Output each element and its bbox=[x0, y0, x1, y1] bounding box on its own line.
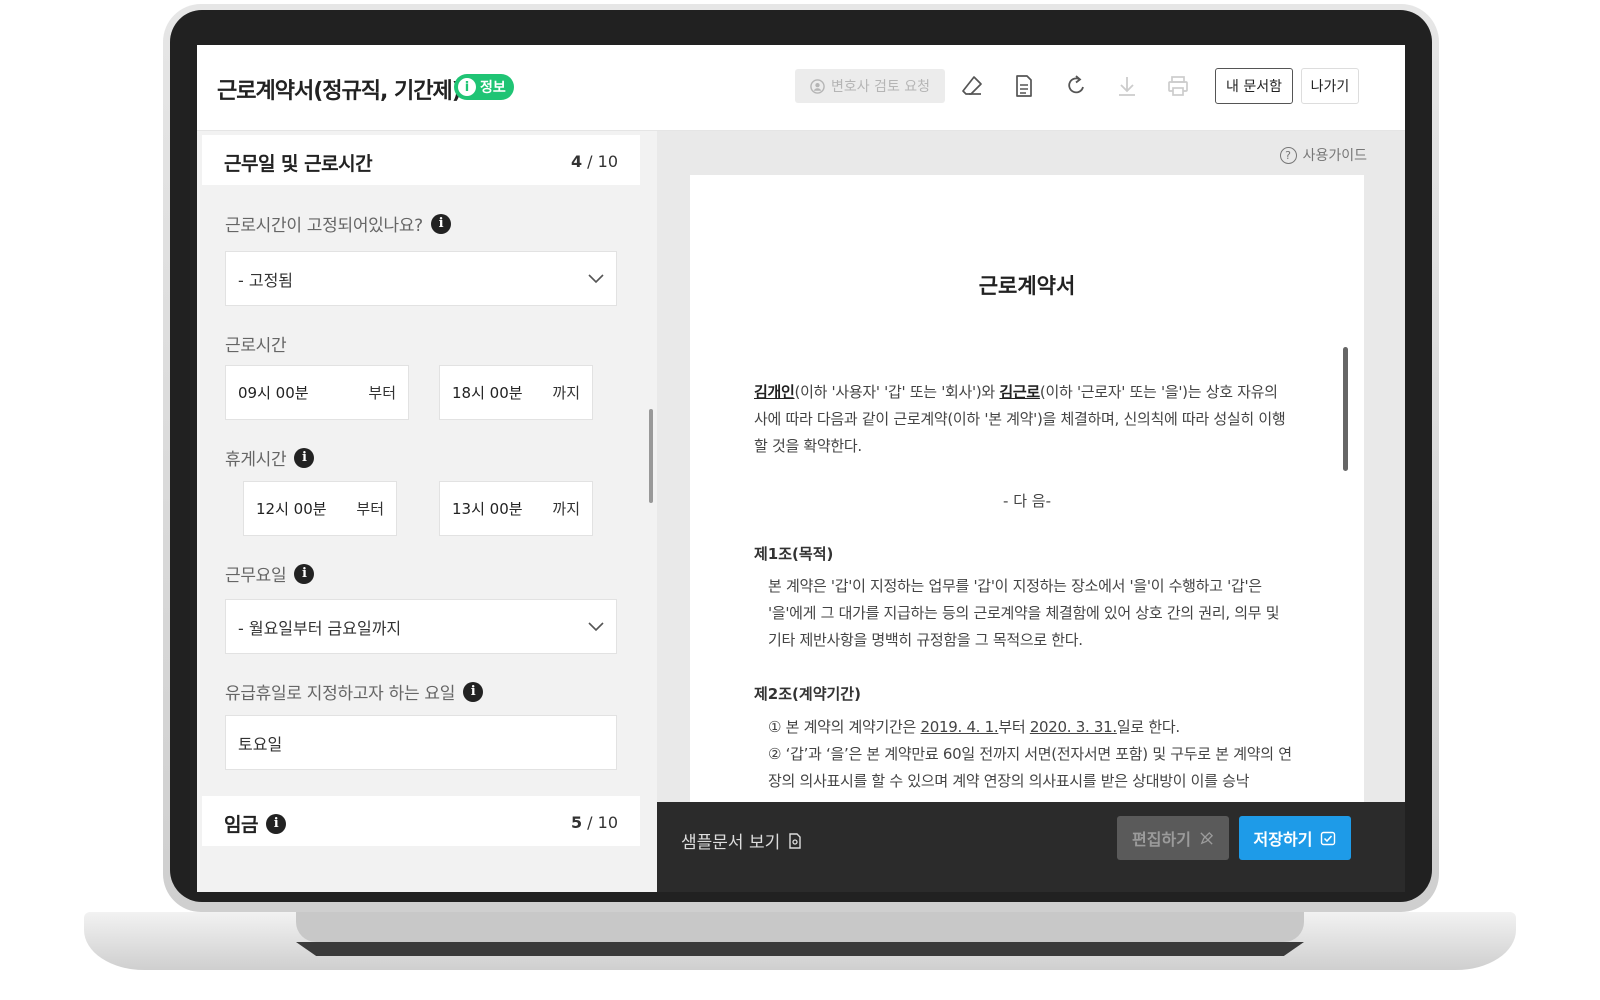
section-progress: 5 / 10 bbox=[570, 813, 618, 832]
employer-name[interactable]: 김개인 bbox=[754, 383, 795, 401]
divider-text: - 다 음- bbox=[1003, 492, 1051, 510]
paid-holiday-input[interactable]: 토요일 bbox=[225, 715, 617, 770]
article-2-item-1: ① 본 계약의 계약기간은 2019. 4. 1.부터 2020. 3. 31.… bbox=[768, 718, 1180, 736]
info-icon[interactable]: i bbox=[265, 813, 286, 834]
help-icon: ? bbox=[1279, 146, 1297, 164]
info-icon[interactable]: i bbox=[430, 213, 451, 234]
lawyer-review-label: 변호사 검토 요청 bbox=[830, 79, 931, 95]
section-progress: 4 / 10 bbox=[570, 152, 618, 171]
contract-start-date[interactable]: 2019. 4. 1. bbox=[921, 718, 999, 736]
break-end-time-input[interactable]: 13시 00분 까지 bbox=[439, 481, 593, 536]
print-icon[interactable] bbox=[1163, 71, 1193, 101]
refresh-icon[interactable] bbox=[1061, 71, 1091, 101]
section-title: 근무일 및 근로시간 bbox=[224, 153, 373, 175]
lawyer-icon bbox=[810, 78, 825, 94]
save-check-icon bbox=[1321, 831, 1336, 846]
work-end-time-input[interactable]: 18시 00분 까지 bbox=[439, 365, 593, 420]
page-title: 근로계약서(정규직, 기간제) bbox=[217, 79, 462, 104]
info-icon[interactable]: i bbox=[294, 563, 315, 584]
top-bar: 근로계약서(정규직, 기간제) i 정보 변호사 검토 요청 내 문서함 나가기 bbox=[197, 45, 1405, 131]
exit-button[interactable]: 나가기 bbox=[1301, 68, 1359, 104]
document-icon[interactable] bbox=[1009, 71, 1039, 101]
laptop-hinge bbox=[296, 912, 1304, 942]
info-icon[interactable]: i bbox=[294, 447, 315, 468]
fixed-hours-select[interactable]: - 고정됨 bbox=[225, 251, 617, 306]
save-button[interactable]: 저장하기 bbox=[1239, 816, 1351, 860]
document-intro: 김개인(이하 '사용자' '갑' 또는 '회사')와 김근로(이하 '근로자' … bbox=[754, 383, 1286, 455]
info-badge-label: 정보 bbox=[480, 80, 506, 96]
info-badge[interactable]: i 정보 bbox=[454, 74, 514, 100]
work-hours-label: 근로시간 bbox=[225, 336, 287, 356]
laptop-keyboard-strip bbox=[296, 942, 1304, 956]
article-2-item-2: ② ‘갑’과 ‘을’은 본 계약만료 60일 전까지 서면(전자서면 포함) 및… bbox=[768, 745, 1292, 790]
eraser-icon[interactable] bbox=[957, 71, 987, 101]
edit-button[interactable]: 편집하기 bbox=[1117, 816, 1229, 860]
download-icon[interactable] bbox=[1112, 71, 1142, 101]
edit-off-icon bbox=[1200, 831, 1213, 845]
bottom-action-bar: 샘플문서 보기 편집하기 저장하기 bbox=[657, 802, 1405, 892]
section-header-wage[interactable]: 임금 i 5 / 10 bbox=[202, 796, 640, 846]
usage-guide-link[interactable]: ? 사용가이드 bbox=[1279, 145, 1367, 165]
chevron-down-icon bbox=[588, 621, 604, 631]
section-title: 임금 i bbox=[224, 810, 286, 837]
fixed-hours-label: 근로시간이 고정되어있나요? i bbox=[225, 211, 451, 236]
app-screen: 근로계약서(정규직, 기간제) i 정보 변호사 검토 요청 내 문서함 나가기 bbox=[197, 45, 1405, 892]
info-icon: i bbox=[458, 78, 476, 96]
break-start-time-input[interactable]: 12시 00분 부터 bbox=[243, 481, 397, 536]
sample-document-icon bbox=[789, 832, 801, 849]
employee-name[interactable]: 김근로 bbox=[999, 383, 1040, 401]
workdays-select[interactable]: - 월요일부터 금요일까지 bbox=[225, 599, 617, 654]
my-documents-button[interactable]: 내 문서함 bbox=[1215, 68, 1293, 104]
form-panel: 근무일 및 근로시간 4 / 10 근로시간이 고정되어있나요? i - 고정됨 … bbox=[197, 131, 657, 892]
form-scrollbar[interactable] bbox=[649, 409, 653, 503]
document-title: 근로계약서 bbox=[978, 274, 1076, 298]
info-icon[interactable]: i bbox=[463, 681, 484, 702]
contract-end-date[interactable]: 2020. 3. 31. bbox=[1030, 718, 1117, 736]
chevron-down-icon bbox=[588, 273, 604, 283]
preview-scrollbar[interactable] bbox=[1343, 347, 1348, 471]
work-start-time-input[interactable]: 09시 00분 부터 bbox=[225, 365, 409, 420]
view-sample-button[interactable]: 샘플문서 보기 bbox=[681, 828, 802, 853]
section-header-workdays[interactable]: 근무일 및 근로시간 4 / 10 bbox=[202, 135, 640, 185]
preview-panel: ? 사용가이드 근로계약서 김개인(이하 '사용자' '갑' 또는 '회사')와… bbox=[657, 131, 1405, 802]
break-time-label: 휴게시간 i bbox=[225, 445, 315, 470]
article-2-title: 제2조(계약기간) bbox=[754, 685, 861, 703]
paid-holiday-label: 유급휴일로 지정하고자 하는 요일 i bbox=[225, 679, 484, 704]
lawyer-review-button[interactable]: 변호사 검토 요청 bbox=[795, 69, 945, 103]
article-1-title: 제1조(목적) bbox=[754, 545, 834, 563]
workdays-label: 근무요일 i bbox=[225, 561, 315, 586]
document-preview: 근로계약서 김개인(이하 '사용자' '갑' 또는 '회사')와 김근로(이하 … bbox=[690, 175, 1364, 802]
article-1-body: 본 계약은 '갑'이 지정하는 업무를 '갑'이 지정하는 장소에서 '을'이 … bbox=[768, 577, 1280, 649]
